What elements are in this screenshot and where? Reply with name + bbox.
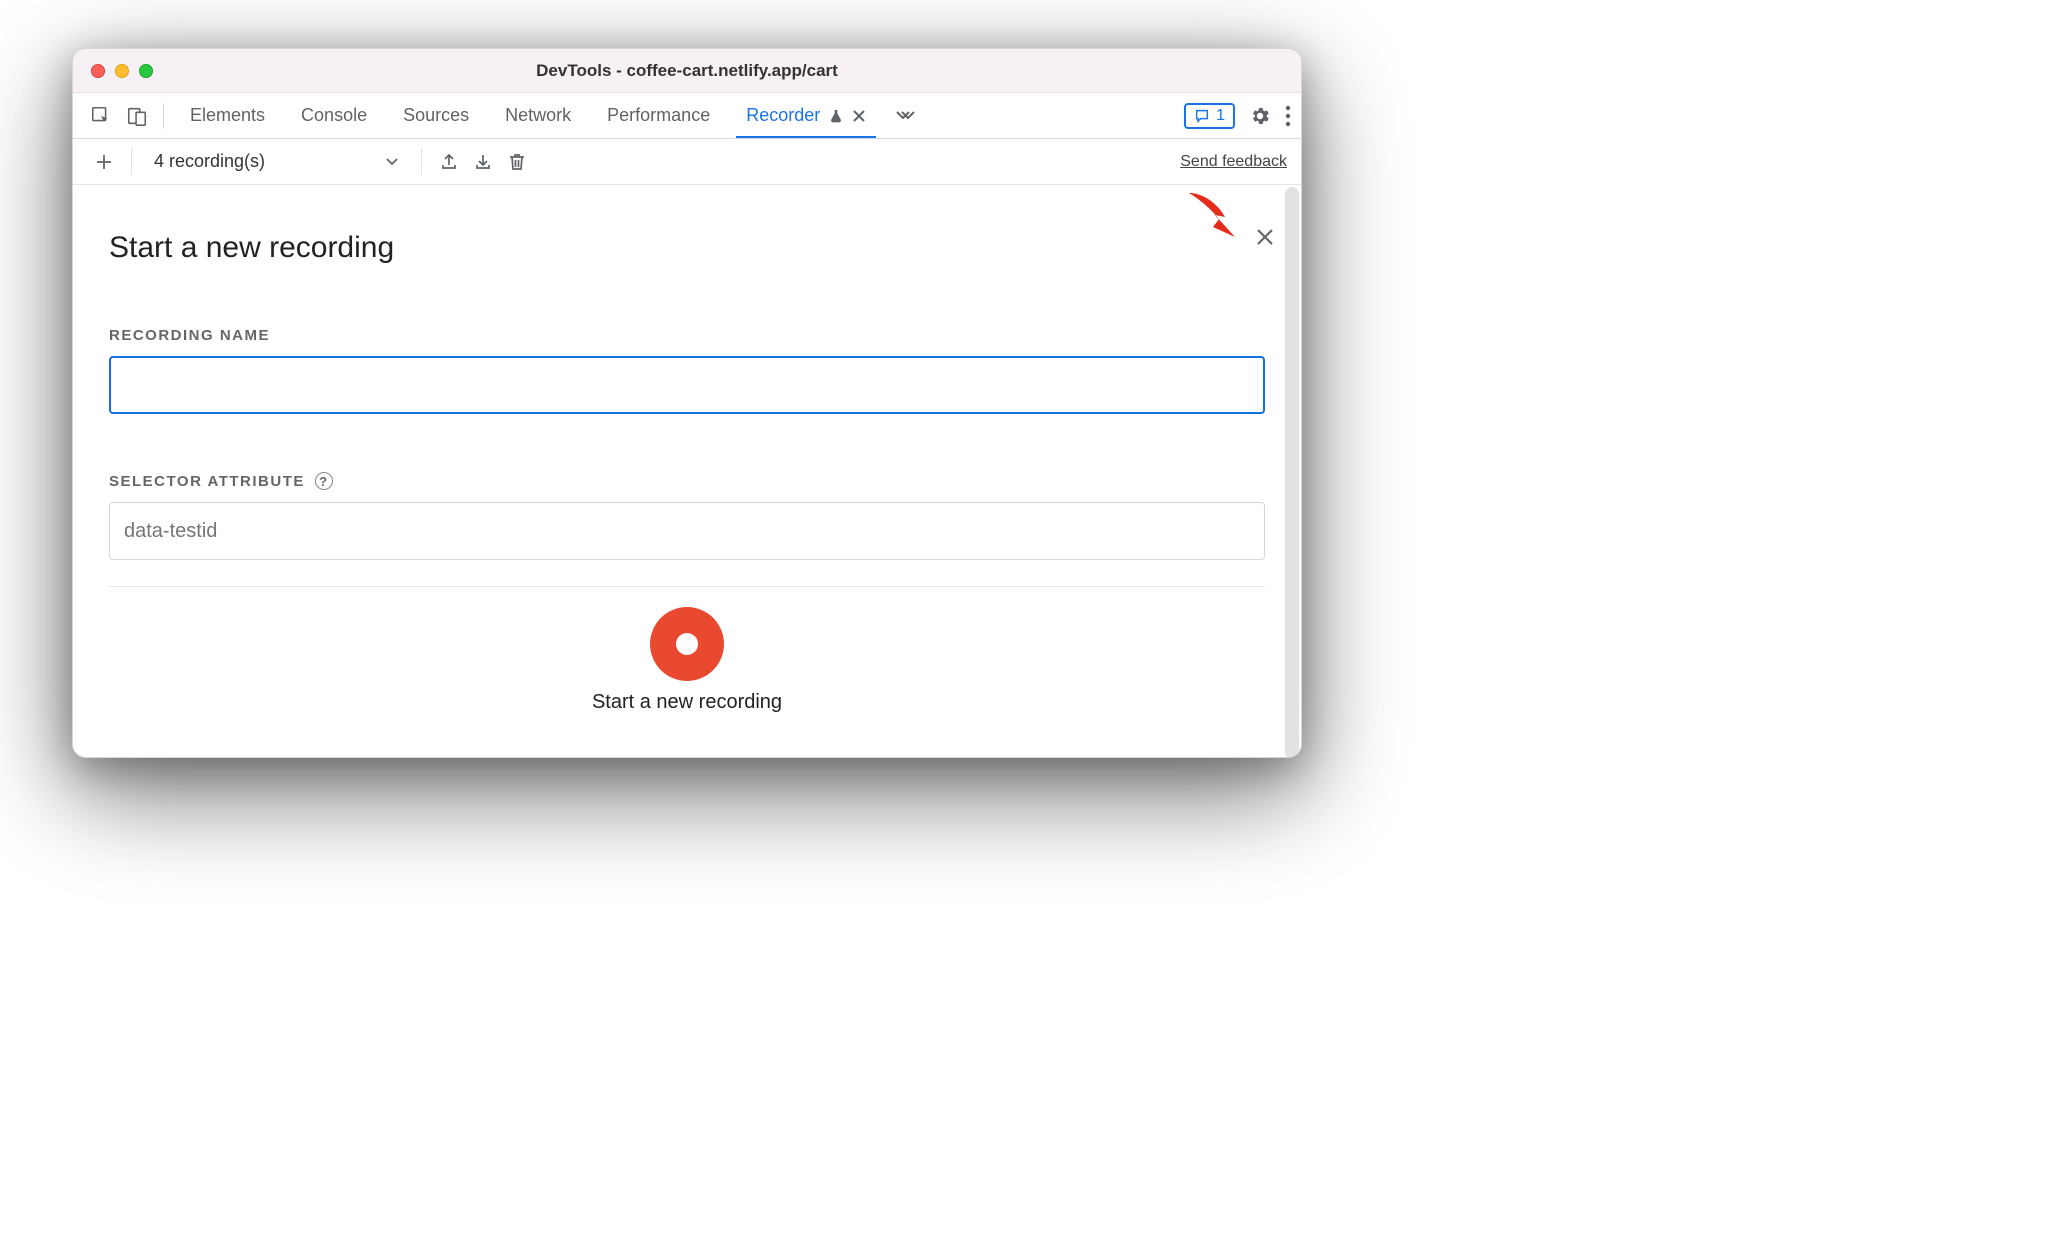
tab-recorder[interactable]: Recorder	[728, 93, 884, 138]
help-icon[interactable]: ?	[315, 472, 333, 490]
selector-attribute-label: Selector Attribute ?	[109, 472, 1265, 490]
settings-icon[interactable]	[1249, 105, 1271, 127]
new-recording-icon[interactable]	[87, 145, 121, 179]
tab-label: Elements	[190, 105, 265, 126]
tab-label: Network	[505, 105, 571, 126]
label-text: Recording Name	[109, 327, 270, 344]
tab-label: Recorder	[746, 105, 820, 126]
import-icon[interactable]	[466, 145, 500, 179]
chevron-down-icon	[385, 157, 399, 167]
separator	[163, 103, 164, 129]
annotation-arrow-icon	[1179, 185, 1243, 247]
tab-label: Console	[301, 105, 367, 126]
send-feedback-link[interactable]: Send feedback	[1180, 153, 1287, 171]
recording-name-label: Recording Name	[109, 327, 1265, 344]
flask-icon	[828, 108, 844, 124]
issues-count: 1	[1216, 107, 1225, 125]
titlebar: DevTools - coffee-cart.netlify.app/cart	[73, 49, 1301, 93]
recording-name-input[interactable]	[109, 356, 1265, 414]
window-title: DevTools - coffee-cart.netlify.app/cart	[73, 61, 1301, 81]
tab-label: Performance	[607, 105, 710, 126]
recordings-dropdown[interactable]: 4 recording(s)	[142, 145, 411, 179]
panel-tabs: Elements Console Sources Network Perform…	[172, 93, 926, 138]
selector-attribute-input[interactable]	[109, 502, 1265, 560]
separator	[421, 149, 422, 175]
close-tab-icon[interactable]	[852, 109, 866, 123]
tab-performance[interactable]: Performance	[589, 93, 728, 138]
tab-network[interactable]: Network	[487, 93, 589, 138]
devtools-window: DevTools - coffee-cart.netlify.app/cart	[72, 48, 1302, 758]
devtools-tabbar: Elements Console Sources Network Perform…	[73, 93, 1301, 139]
record-caption: Start a new recording	[592, 691, 782, 714]
tab-sources[interactable]: Sources	[385, 93, 487, 138]
more-tabs-icon[interactable]	[884, 109, 926, 123]
inspect-element-icon[interactable]	[83, 98, 119, 134]
export-icon[interactable]	[432, 145, 466, 179]
record-area: Start a new recording	[109, 587, 1265, 714]
message-icon	[1194, 108, 1210, 124]
separator	[131, 149, 132, 175]
tab-console[interactable]: Console	[283, 93, 385, 138]
start-recording-panel: Start a new recording Recording Name Sel…	[73, 185, 1301, 714]
label-text: Selector Attribute	[109, 473, 305, 490]
kebab-menu-icon[interactable]	[1285, 105, 1291, 127]
device-toolbar-icon[interactable]	[119, 98, 155, 134]
recorder-main: Start a new recording Recording Name Sel…	[73, 185, 1301, 757]
recorder-toolbar: 4 recording(s) Send feedback	[73, 139, 1301, 185]
recordings-label: 4 recording(s)	[154, 151, 265, 172]
tab-elements[interactable]: Elements	[172, 93, 283, 138]
issues-badge[interactable]: 1	[1184, 103, 1235, 129]
tab-label: Sources	[403, 105, 469, 126]
delete-icon[interactable]	[500, 145, 534, 179]
close-panel-icon[interactable]	[1255, 227, 1275, 247]
start-recording-button[interactable]	[650, 607, 724, 681]
record-icon	[676, 633, 698, 655]
tabbar-right-tools: 1	[1184, 103, 1291, 129]
panel-headline: Start a new recording	[109, 231, 1265, 265]
